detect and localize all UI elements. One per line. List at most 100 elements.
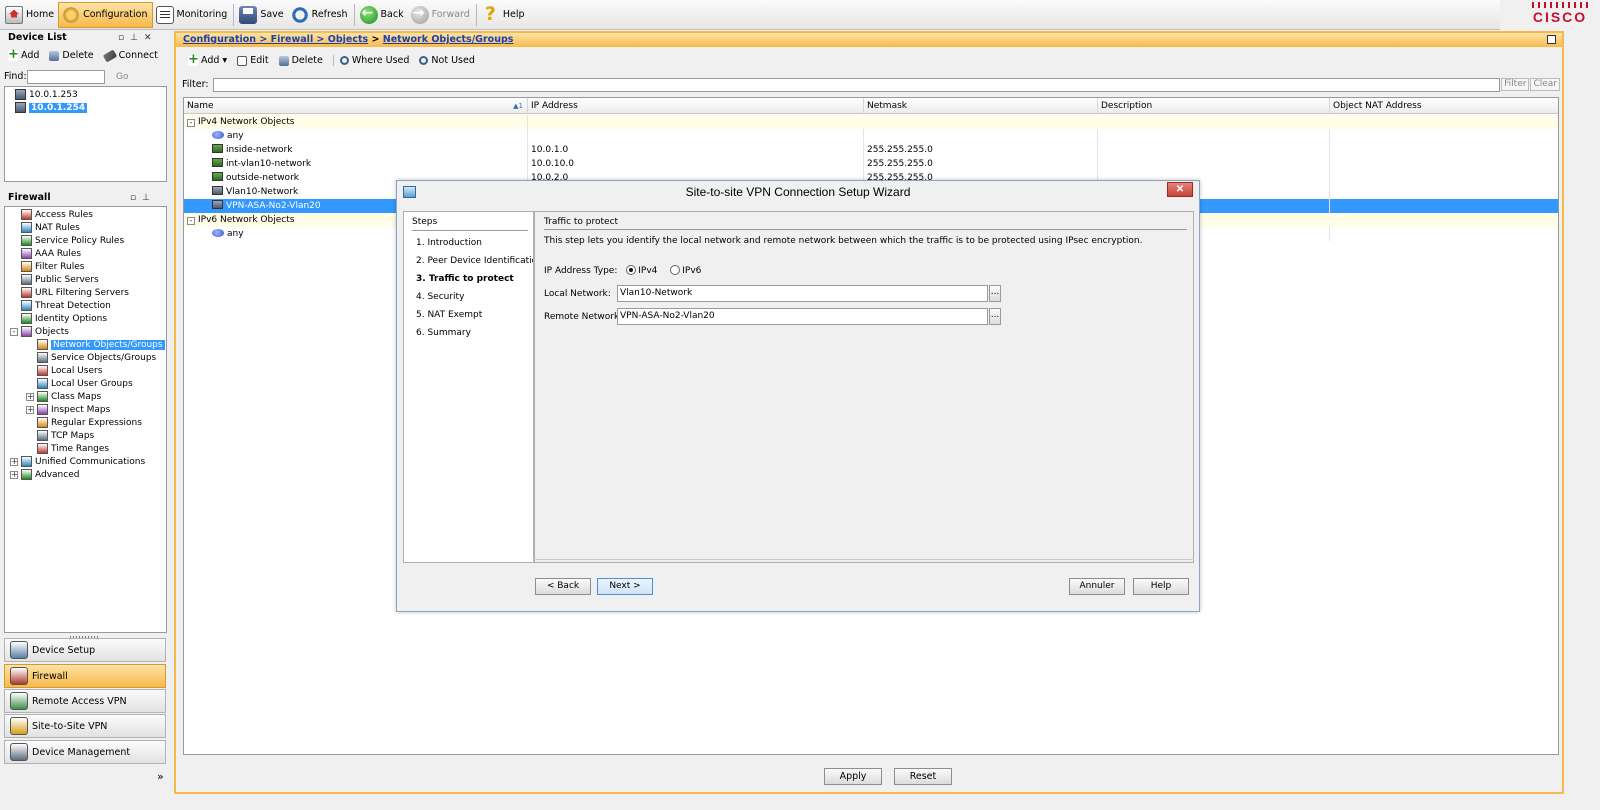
network-object-icon	[212, 200, 223, 209]
wizard-step: 5. NAT Exempt	[416, 310, 483, 320]
back-button[interactable]: Back	[357, 2, 408, 28]
collapse-icon[interactable]: -	[10, 327, 18, 336]
forward-button[interactable]: Forward	[408, 2, 474, 28]
find-go-button[interactable]: Go	[116, 72, 128, 82]
object-name: IPv4 Network Objects	[198, 117, 295, 127]
firewall-tree-item[interactable]: + Unified Communications	[5, 455, 166, 468]
table-row[interactable]: inside-network 10.0.1.0 255.255.255.0	[184, 143, 1558, 157]
column-header-name[interactable]: Name ▲1	[184, 98, 528, 114]
firewall-tree-item[interactable]: Filter Rules	[5, 260, 166, 273]
nav-device-management[interactable]: Device Management	[4, 740, 166, 764]
firewall-tree-item[interactable]: + Inspect Maps	[5, 403, 166, 416]
firewall-tree-item[interactable]: NAT Rules	[5, 221, 166, 234]
device-delete-button[interactable]: Delete	[49, 50, 94, 61]
table-row[interactable]: any	[184, 129, 1558, 143]
device-connect-button[interactable]: Connect	[102, 49, 158, 62]
collapse-icon[interactable]: -	[187, 119, 195, 127]
device-item[interactable]: 10.0.1.254	[15, 101, 166, 114]
firewall-tree-item[interactable]: Network Objects/Groups	[5, 338, 166, 351]
firewall-tree-item[interactable]: TCP Maps	[5, 429, 166, 442]
delete-button[interactable]: Delete	[278, 55, 323, 66]
wizard-step: 1. Introduction	[416, 238, 482, 248]
firewall-tree-item[interactable]: Public Servers	[5, 273, 166, 286]
firewall-tree-item[interactable]: + Class Maps	[5, 390, 166, 403]
device-icon	[15, 89, 26, 100]
wizard-title-bar[interactable]: Site-to-site VPN Connection Setup Wizard…	[397, 181, 1199, 203]
column-header-netmask[interactable]: Netmask	[864, 98, 1098, 114]
firewall-tree-item[interactable]: Service Objects/Groups	[5, 351, 166, 364]
nav-site-to-site-vpn[interactable]: Site-to-Site VPN	[4, 714, 166, 738]
column-header-ip[interactable]: IP Address	[528, 98, 864, 114]
wizard-help-button[interactable]: Help	[1133, 578, 1189, 595]
nav-firewall[interactable]: Firewall	[4, 664, 166, 688]
filter-button[interactable]: Filter	[1501, 78, 1530, 91]
firewall-tree-item[interactable]: Threat Detection	[5, 299, 166, 312]
remote-network-input[interactable]: VPN-ASA-No2-Vlan20	[617, 308, 988, 325]
firewall-tree-item[interactable]: Identity Options	[5, 312, 166, 325]
local-network-input[interactable]: Vlan10-Network	[617, 285, 988, 302]
column-header-object-nat[interactable]: Object NAT Address	[1330, 98, 1558, 114]
device-add-button[interactable]: Add	[8, 47, 39, 62]
device-item[interactable]: 10.0.1.253	[15, 88, 166, 101]
edit-button[interactable]: Edit	[237, 55, 269, 66]
home-icon	[5, 5, 23, 24]
apply-button[interactable]: Apply	[824, 768, 882, 785]
remote-network-browse-button[interactable]: ...	[989, 308, 1001, 325]
help-button[interactable]: Help	[479, 2, 529, 28]
main-toolbar: Home Configuration Monitoring Save Refre…	[0, 0, 1500, 30]
firewall-tree-item[interactable]: Regular Expressions	[5, 416, 166, 429]
add-button[interactable]: Add▾	[188, 52, 227, 67]
close-button[interactable]: ✕	[1167, 182, 1193, 197]
firewall-tree-item[interactable]: + Advanced	[5, 468, 166, 481]
firewall-tree-item[interactable]: Service Policy Rules	[5, 234, 166, 247]
wizard-next-button[interactable]: Next >	[597, 578, 653, 595]
ipv6-radio[interactable]: IPv6	[670, 265, 701, 276]
reset-button[interactable]: Reset	[894, 768, 952, 785]
wizard-back-button[interactable]: < Back	[535, 578, 591, 595]
expand-icon[interactable]: +	[26, 392, 34, 401]
nav-remote-access-vpn[interactable]: Remote Access VPN	[4, 689, 166, 713]
column-header-description[interactable]: Description	[1098, 98, 1330, 114]
collapse-icon[interactable]: -	[187, 217, 195, 225]
breadcrumb-link-path[interactable]: Configuration > Firewall > Objects	[183, 34, 368, 45]
save-button[interactable]: Save	[236, 2, 287, 28]
clear-button[interactable]: Clear	[1530, 78, 1560, 91]
expand-icon[interactable]: +	[26, 405, 34, 414]
monitoring-button[interactable]: Monitoring	[153, 2, 232, 28]
table-group-row[interactable]: - IPv4 Network Objects	[184, 115, 1558, 129]
where-used-button[interactable]: Where Used	[332, 55, 409, 66]
save-icon	[239, 5, 258, 24]
firewall-tree-item[interactable]: Access Rules	[5, 208, 166, 221]
not-used-button[interactable]: Not Used	[419, 55, 475, 66]
nav-device-setup[interactable]: Device Setup	[4, 638, 166, 662]
tree-item-label: Class Maps	[51, 391, 102, 402]
firewall-tree-item[interactable]: URL Filtering Servers	[5, 286, 166, 299]
breadcrumb-link-current[interactable]: Network Objects/Groups	[383, 34, 514, 45]
refresh-button[interactable]: Refresh	[288, 2, 352, 28]
filter-input[interactable]	[212, 77, 1501, 92]
find-input[interactable]	[27, 70, 105, 84]
tree-item-label: URL Filtering Servers	[35, 287, 129, 298]
expand-icon[interactable]: +	[10, 470, 18, 479]
tree-item-icon	[21, 456, 32, 467]
device-list-pane-controls[interactable]: ▫⊥✕	[118, 33, 157, 43]
home-button[interactable]: Home	[2, 2, 58, 28]
wizard-cancel-button[interactable]: Annuler	[1069, 578, 1125, 595]
firewall-tree-item[interactable]: Local Users	[5, 364, 166, 377]
firewall-tree-item[interactable]: Time Ranges	[5, 442, 166, 455]
firewall-tree-item[interactable]: AAA Rules	[5, 247, 166, 260]
expand-icon[interactable]: +	[10, 457, 18, 466]
firewall-tree-item[interactable]: - Objects	[5, 325, 166, 338]
local-network-browse-button[interactable]: ...	[989, 285, 1001, 302]
configuration-button[interactable]: Configuration	[58, 1, 153, 28]
ipv4-radio[interactable]: IPv4	[626, 265, 657, 276]
firewall-tree-item[interactable]: Local User Groups	[5, 377, 166, 390]
table-row[interactable]: int-vlan10-network 10.0.10.0 255.255.255.0	[184, 157, 1558, 171]
network-object-icon	[212, 186, 223, 195]
nav-more-button[interactable]: »	[157, 770, 164, 783]
firewall-pane-controls[interactable]: ▫⊥	[130, 193, 156, 203]
device-list-toolbar: Add Delete Connect	[8, 47, 158, 62]
restore-icon[interactable]	[1547, 35, 1556, 44]
section-divider	[544, 229, 1187, 230]
nat-cell	[1330, 227, 1558, 241]
